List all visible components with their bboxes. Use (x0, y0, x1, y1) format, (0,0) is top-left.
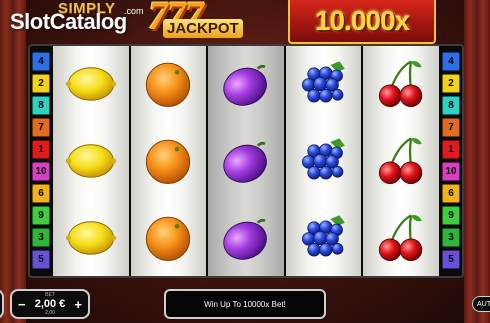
payline-marker: 8 (442, 96, 460, 115)
watermark-catalog: Catalog (49, 9, 128, 34)
plum-icon (215, 207, 277, 269)
payline-marker: 5 (32, 250, 50, 269)
curtain-left (0, 0, 26, 323)
payline-marker: 8 (32, 96, 50, 115)
curtain-right (464, 0, 490, 323)
cherries-icon (370, 207, 432, 269)
grapes-icon (293, 53, 355, 115)
payline-marker: 3 (32, 228, 50, 247)
reels (53, 46, 439, 276)
max-win-text: 10.000x (314, 5, 410, 36)
plum-icon (215, 53, 277, 115)
payline-marker: 9 (32, 206, 50, 225)
bet-display: BET 2,00 € 2,00 (35, 292, 66, 316)
menu-stub[interactable] (0, 289, 4, 319)
bet-decrease-button[interactable]: − (18, 297, 26, 312)
message-box: Win Up To 10000x Bet! (164, 289, 326, 319)
jackpot-label: JACKPOT (163, 19, 243, 38)
bet-increase-button[interactable]: + (74, 297, 82, 312)
orange-icon (137, 130, 199, 192)
lemon-icon (60, 53, 122, 115)
payline-marker: 6 (32, 184, 50, 203)
payline-marker: 2 (442, 74, 460, 93)
watermark-com: .com (124, 6, 144, 16)
payline-marker: 4 (442, 52, 460, 71)
payline-marker: 9 (442, 206, 460, 225)
message-text: Win Up To 10000x Bet! (204, 299, 286, 309)
payline-marker: 5 (442, 250, 460, 269)
bet-value: 2,00 € (34, 298, 66, 310)
game-stage: SIMPLY 777 JACKPOT 10.000x SlotCatalog .… (0, 0, 490, 323)
reel-3 (208, 46, 284, 276)
reel-5 (363, 46, 439, 276)
paylines-left: 4 2 8 7 1 10 6 9 3 5 (32, 52, 50, 269)
payline-marker: 1 (32, 140, 50, 159)
plum-icon (215, 130, 277, 192)
reel-1 (53, 46, 129, 276)
payline-marker: 10 (32, 162, 50, 181)
lemon-icon (60, 207, 122, 269)
bottom-bar: − BET 2,00 € 2,00 + Win Up To 10000x Bet… (0, 284, 490, 323)
orange-icon (137, 53, 199, 115)
payline-marker: 7 (442, 118, 460, 137)
payline-marker: 10 (442, 162, 460, 181)
payline-marker: 2 (32, 74, 50, 93)
max-win-banner: 10.000x (288, 0, 436, 44)
grapes-icon (293, 207, 355, 269)
lemon-icon (60, 130, 122, 192)
payline-marker: 1 (442, 140, 460, 159)
autoplay-button[interactable]: AUT (472, 296, 490, 312)
payline-marker: 4 (32, 52, 50, 71)
grapes-icon (293, 130, 355, 192)
cherries-icon (370, 53, 432, 115)
reel-4 (285, 46, 362, 276)
paylines-right: 4 2 8 7 1 10 6 9 3 5 (442, 52, 460, 269)
bet-sub-value: 2,00 (45, 310, 55, 316)
payline-marker: 3 (442, 228, 460, 247)
bet-control: − BET 2,00 € 2,00 + (10, 289, 90, 319)
payline-marker: 6 (442, 184, 460, 203)
reel-2 (130, 46, 207, 276)
watermark: SlotCatalog (10, 9, 127, 35)
orange-icon (137, 207, 199, 269)
reel-frame: 4 2 8 7 1 10 6 9 3 5 4 2 8 7 1 10 6 9 3 5 (28, 44, 464, 278)
payline-marker: 7 (32, 118, 50, 137)
cherries-icon (370, 130, 432, 192)
watermark-slot: Slot (10, 9, 50, 34)
